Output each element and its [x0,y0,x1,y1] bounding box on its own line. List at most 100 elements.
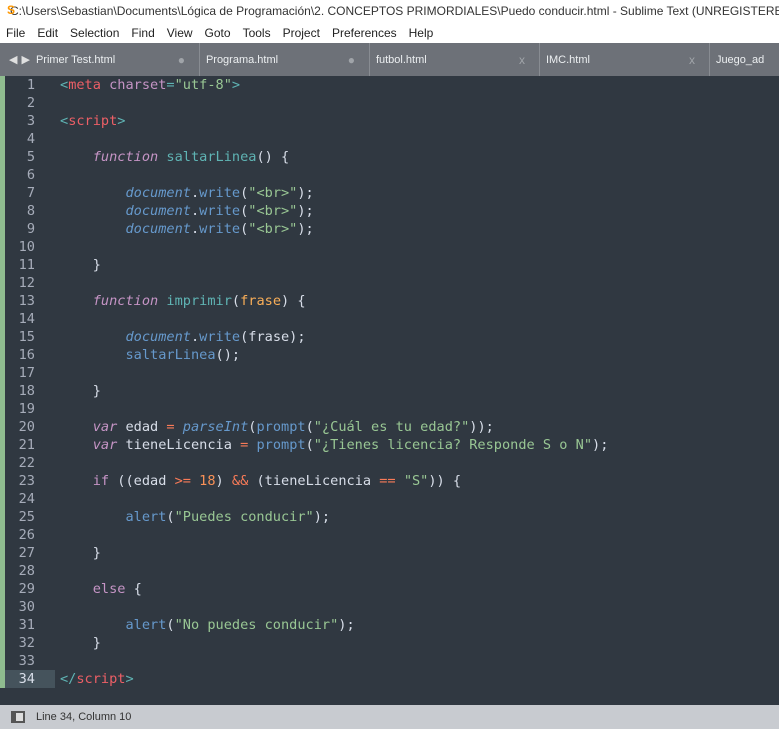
token-punc: </ [60,671,77,687]
line-number: 24 [18,491,35,507]
code-line[interactable]: 14 [0,310,779,328]
menu-file[interactable]: File [0,26,31,40]
token-txt: ) { [281,293,306,309]
tab-imc-html[interactable]: IMC.html x [540,43,710,76]
code-line[interactable]: 17 [0,364,779,382]
token-txt: )) { [428,473,462,489]
code-line[interactable]: 13 function imprimir(frase) { [0,292,779,310]
code-text: else { [60,580,142,598]
unsaved-dot-icon[interactable]: ● [178,53,185,67]
unsaved-dot-icon[interactable]: ● [348,53,355,67]
code-line[interactable]: 3 <script> [0,112,779,130]
code-line[interactable]: 16 saltarLinea(); [0,346,779,364]
code-line[interactable]: 1 <meta charset="utf-8"> [0,76,779,94]
code-line[interactable]: 26 [0,526,779,544]
code-text: } [60,634,101,652]
menu-project[interactable]: Project [277,26,326,40]
cursor-position: Line 34, Column 10 [36,711,132,723]
code-line[interactable]: 20 var edad = parseInt(prompt("¿Cuál es … [0,418,779,436]
token-txt: ( [305,419,314,435]
token-txt: ); [592,437,609,453]
tab-futbol-html[interactable]: futbol.html x [370,43,540,76]
menu-goto[interactable]: Goto [199,26,237,40]
close-tab-icon[interactable]: x [519,53,525,67]
token-op: >= [174,473,191,489]
menu-view[interactable]: View [161,26,199,40]
code-text: <script> [60,112,125,130]
tab-left-arrow-icon[interactable]: ◀ [9,53,17,66]
tab-right-arrow-icon[interactable]: ▶ [21,53,29,66]
menu-tools[interactable]: Tools [237,26,277,40]
code-line[interactable]: 28 [0,562,779,580]
tab-primer-test-html[interactable]: Primer Test.html ● [30,43,200,76]
token-txt: . [190,221,200,237]
token-str: "¿Tienes licencia? Responde S o N" [313,437,593,453]
menu-find[interactable]: Find [125,26,160,40]
token-txt: ( [166,509,175,525]
code-line[interactable]: 9 document.write("<br>"); [0,220,779,238]
token-txt: (frase); [240,329,306,345]
line-number: 23 [18,473,35,489]
code-line[interactable]: 31 alert("No puedes conducir"); [0,616,779,634]
code-line[interactable]: 15 document.write(frase); [0,328,779,346]
code-line[interactable]: 21 var tieneLicencia = prompt("¿Tienes l… [0,436,779,454]
token-param: frase [240,293,282,309]
close-tab-icon[interactable]: x [689,53,695,67]
code-line[interactable]: 33 [0,652,779,670]
code-line[interactable]: 2 [0,94,779,112]
token-txt: } [60,545,101,561]
menu-help[interactable]: Help [403,26,440,40]
token-txt: } [60,635,101,651]
code-line[interactable]: 18 } [0,382,779,400]
token-txt: () { [256,149,290,165]
code-line[interactable]: 24 [0,490,779,508]
code-line[interactable]: 29 else { [0,580,779,598]
menu-preferences[interactable]: Preferences [326,26,403,40]
code-line[interactable]: 19 [0,400,779,418]
token-fn: imprimir [166,293,232,309]
code-line[interactable]: 8 document.write("<br>"); [0,202,779,220]
line-number: 33 [18,653,35,669]
token-call: write [199,221,241,237]
code-line[interactable]: 25 alert("Puedes conducir"); [0,508,779,526]
line-number: 28 [18,563,35,579]
token-tag: meta [68,77,101,93]
code-line[interactable]: 12 [0,274,779,292]
token-fn: saltarLinea [166,149,257,165]
code-text: function imprimir(frase) { [60,292,306,310]
code-line[interactable]: 4 [0,130,779,148]
code-line[interactable]: 27 } [0,544,779,562]
code-line[interactable]: 6 [0,166,779,184]
status-bar: Line 34, Column 10 [0,705,779,729]
code-line[interactable]: 7 document.write("<br>"); [0,184,779,202]
menu-edit[interactable]: Edit [31,26,64,40]
code-line[interactable]: 22 [0,454,779,472]
toggle-sidebar-icon[interactable] [11,711,25,723]
token-txt: } [60,383,101,399]
code-editor[interactable]: 1 <meta charset="utf-8"> 2 3 <script> 4 5 func… [0,76,779,705]
code-line[interactable]: 11 } [0,256,779,274]
token-str: "No puedes conducir" [174,617,339,633]
token-call: alert [125,617,167,633]
line-number: 32 [18,635,35,651]
title-bar: C:\Users\Sebastian\Documents\Lógica de P… [0,0,779,22]
tab-juego-ad[interactable]: Juego_ad [710,43,779,76]
code-line[interactable]: 5 function saltarLinea() { [0,148,779,166]
token-call: write [199,185,241,201]
code-text: } [60,382,101,400]
menu-selection[interactable]: Selection [64,26,125,40]
code-line[interactable]: 34 </script> [0,670,779,688]
code-line[interactable]: 10 [0,238,779,256]
code-line[interactable]: 30 [0,598,779,616]
code-line[interactable]: 32 } [0,634,779,652]
token-txt: ); [297,221,314,237]
code-line[interactable]: 23 if ((edad >= 18) && (tieneLicencia ==… [0,472,779,490]
tab-programa-html[interactable]: Programa.html ● [200,43,370,76]
tab-navigation[interactable]: ◀ ▶ [0,53,30,66]
token-str: "¿Cuál es tu edad?" [313,419,470,435]
token-punc: > [231,77,241,93]
